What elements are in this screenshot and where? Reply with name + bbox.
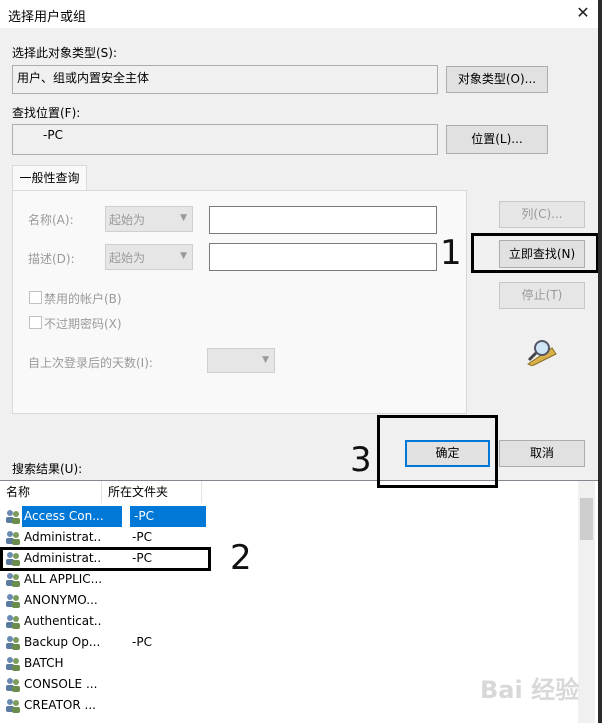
window-title: 选择用户或组 [8,10,87,25]
no-expire-password-checkbox[interactable] [29,316,42,329]
days-since-logon-label: 自上次登录后的天数(I): [28,356,153,370]
column-header-name[interactable]: 名称 [0,481,102,503]
disabled-accounts-label: 禁用的帐户(B) [44,292,122,306]
user-group-icon [5,509,21,524]
user-group-icon [5,572,21,587]
annotation-number-3: 3 [350,440,372,480]
select-users-dialog: 选择用户或组 ✕ 选择此对象类型(S): 用户、组或内置安全主体 对象类型(O)… [0,0,602,724]
annotation-number-1: 1 [440,233,462,273]
watermark: Bai 经验 [480,676,580,704]
cancel-button[interactable]: 取消 [499,440,585,467]
no-expire-password-label: 不过期密码(X) [44,317,122,331]
scrollbar-thumb[interactable] [580,498,593,540]
window-edge [598,0,602,723]
disabled-accounts-checkbox[interactable] [29,291,42,304]
annotation-box-1 [471,233,599,273]
row-name: BATCH [24,656,64,670]
title-bar: 选择用户或组 ✕ [0,0,602,28]
table-row[interactable]: Access Con... -PC [0,506,578,527]
tab-general-query[interactable]: 一般性查询 [12,165,87,191]
annotation-box-2 [0,547,211,571]
column-header-folder[interactable]: 所在文件夹 [102,481,202,503]
row-name: CONSOLE ... [24,677,98,691]
row-name: Administrat... [24,530,102,544]
row-name: Authenticat... [24,614,102,628]
user-group-icon [5,635,21,650]
search-magnifier-icon [527,340,557,366]
row-name: ANONYMO... [24,593,98,607]
description-mode-value: 起始为 [109,251,146,265]
table-row[interactable]: Backup Op... -PC [0,632,578,653]
row-name: ALL APPLIC... [24,572,102,586]
table-row[interactable]: ALL APPLIC... [0,569,578,590]
chevron-down-icon: ▼ [262,355,269,365]
user-group-icon [5,593,21,608]
table-row[interactable]: Authenticat... [0,611,578,632]
stop-button[interactable]: 停止(T) [499,282,585,309]
row-name: Backup Op... [24,635,101,649]
close-icon[interactable]: ✕ [570,2,596,24]
user-group-icon [5,698,21,713]
object-type-label: 选择此对象类型(S): [12,46,118,60]
columns-button[interactable]: 列(C)... [499,201,585,228]
row-folder: -PC [132,530,152,544]
name-label: 名称(A): [28,213,74,227]
row-name: CREATOR ... [24,698,96,712]
description-input[interactable] [209,243,437,271]
chevron-down-icon: ▼ [180,213,187,223]
user-group-icon [5,614,21,629]
location-label: 查找位置(F): [12,106,81,120]
row-name: Access Con... [22,506,122,527]
annotation-box-3 [377,415,498,488]
table-row[interactable]: ANONYMO... [0,590,578,611]
object-type-field: 用户、组或内置安全主体 [12,65,438,94]
chevron-down-icon: ▼ [180,251,187,261]
annotation-number-2: 2 [230,538,252,578]
row-folder: -PC [132,635,152,649]
days-since-logon-select[interactable]: ▼ [207,348,275,373]
user-group-icon [5,656,21,671]
name-input[interactable] [209,206,437,234]
table-row[interactable]: Administrat... -PC [0,527,578,548]
user-group-icon [5,530,21,545]
location-field: -PC [12,124,438,155]
description-label: 描述(D): [28,252,75,266]
name-mode-value: 起始为 [109,213,146,227]
name-mode-select[interactable]: 起始为 ▼ [105,206,193,232]
object-types-button[interactable]: 对象类型(O)... [446,66,548,93]
description-mode-select[interactable]: 起始为 ▼ [105,244,193,270]
search-results-label: 搜索结果(U): [12,462,83,476]
user-group-icon [5,677,21,692]
locations-button[interactable]: 位置(L)... [446,125,548,154]
row-folder: -PC [130,506,206,527]
